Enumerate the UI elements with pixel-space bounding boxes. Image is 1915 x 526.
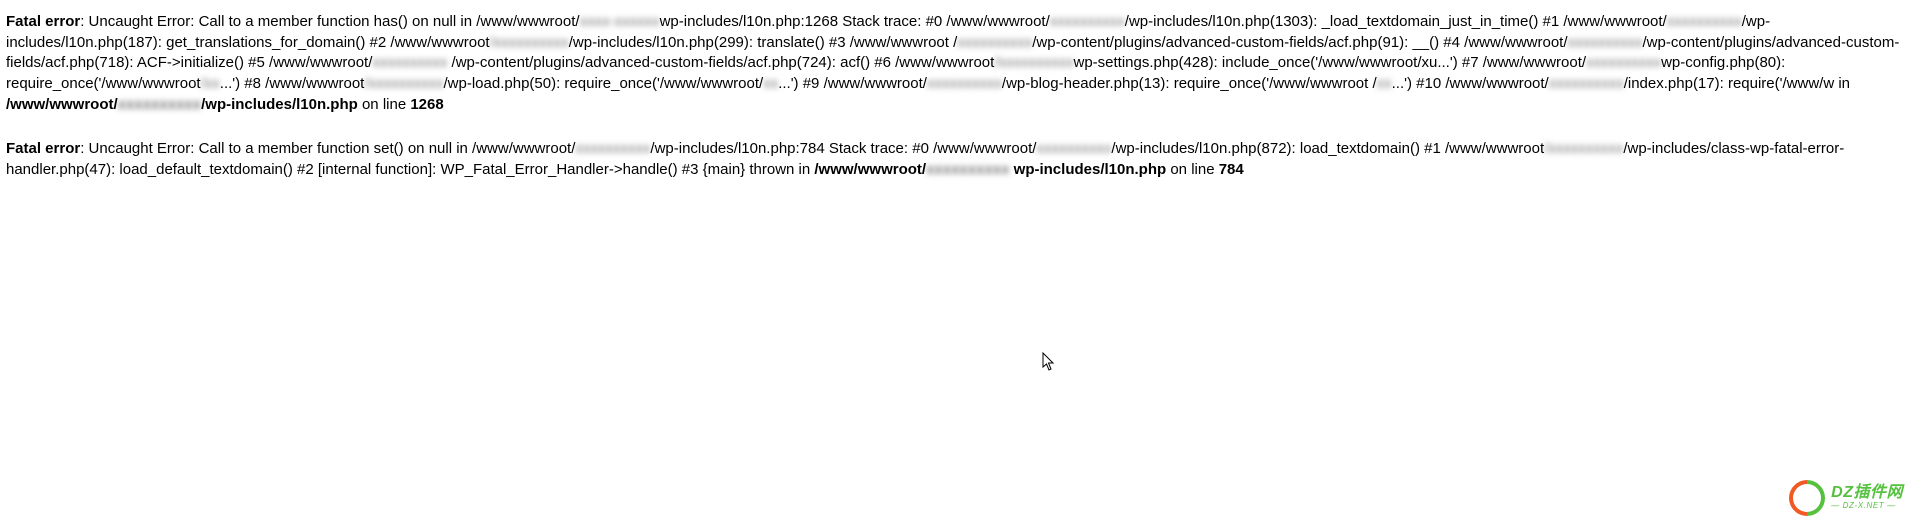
redacted-path: xx [1377,75,1392,92]
error-text: Uncaught Error: Call to a member functio… [89,140,576,157]
redacted-path: xxxxxxxxxx [927,75,1002,92]
redacted-path: /xxxxxxxxxx [1544,140,1623,157]
redacted-path: xxxxxxxxxx [1036,140,1111,157]
error-text: /wp-includes/l10n.php(299): translate() … [569,34,958,51]
redacted-path: xxxxxxxxxx [1050,13,1125,30]
error-text: Uncaught Error: Call to a member functio… [89,13,580,30]
redacted-path: xxxxxxxxxx [957,34,1032,51]
error-label: Fatal error [6,140,80,157]
on-line-text: on line [1166,161,1219,178]
error-text: /wp-content/plugins/advanced-custom-fiel… [447,54,994,71]
error-line-number: 784 [1219,161,1244,178]
redacted-path: xxxxxxxxxx [118,96,201,113]
error-line-number: 1268 [410,96,443,113]
error-label: Fatal error [6,13,80,30]
php-error-output: Fatal error: Uncaught Error: Call to a m… [0,0,1915,181]
error-text: ...') #8 /www/wwwroot [220,75,365,92]
redacted-path: xxxx-xxxxxx [580,13,660,30]
error-text: /index.php(17): require('/www/w in [1624,75,1850,92]
sep: : [80,13,88,30]
error-text: wp-settings.php(428): include_once('/www… [1073,54,1586,71]
error-message-2: Fatal error: Uncaught Error: Call to a m… [6,139,1909,180]
redacted-path: xxxxxxxxxx [1568,34,1643,51]
redacted-path: xxxxxxxxxx [372,54,447,71]
error-text: /wp-load.php(50): require_once('/www/www… [444,75,764,92]
redacted-path: /xx [201,75,220,92]
on-line-text: on line [358,96,411,113]
redacted-path: /xxxxxxxxxx [994,54,1073,71]
watermark-text: DZ插件网 — DZ-X.NET — [1831,485,1903,510]
error-text: /wp-includes/l10n.php(872): load_textdom… [1111,140,1544,157]
error-file-path: /www/wwwroot/ [6,96,118,113]
error-text: /wp-content/plugins/advanced-custom-fiel… [1032,34,1567,51]
error-text: /wp-includes/l10n.php:784 Stack trace: #… [650,140,1036,157]
error-file-path: /www/wwwroot/ [814,161,926,178]
error-message-1: Fatal error: Uncaught Error: Call to a m… [6,12,1909,115]
error-file-path: wp-includes/l10n.php [1014,161,1167,178]
redacted-path: xxxxxxxxxx [575,140,650,157]
error-text: ...') #10 /www/wwwroot/ [1392,75,1549,92]
error-text: wp-includes/l10n.php:1268 Stack trace: #… [660,13,1050,30]
site-watermark: DZ插件网 — DZ-X.NET — [1789,480,1903,516]
watermark-subtitle: — DZ-X.NET — [1831,502,1903,510]
error-text: ...') #9 /www/wwwroot/ [778,75,927,92]
redacted-path: xxxxxxxxxx [1549,75,1624,92]
redacted-path: xxxxxxxxxx [1667,13,1742,30]
redacted-path: /xxxxxxxxxx [364,75,443,92]
redacted-path: /xxxxxxxxxx [490,34,569,51]
mouse-cursor-icon [1042,352,1056,372]
error-text: /wp-includes/l10n.php(1303): _load_textd… [1125,13,1667,30]
watermark-logo-icon [1782,473,1833,524]
error-file-path: /wp-includes/l10n.php [201,96,358,113]
redacted-path: xxxxxxxxxx [1586,54,1661,71]
sep: : [80,140,88,157]
redacted-path: xxxxxxxxxx [926,161,1014,178]
watermark-title: DZ插件网 [1831,485,1903,502]
error-text: /wp-blog-header.php(13): require_once('/… [1002,75,1377,92]
redacted-path: xx [763,75,778,92]
